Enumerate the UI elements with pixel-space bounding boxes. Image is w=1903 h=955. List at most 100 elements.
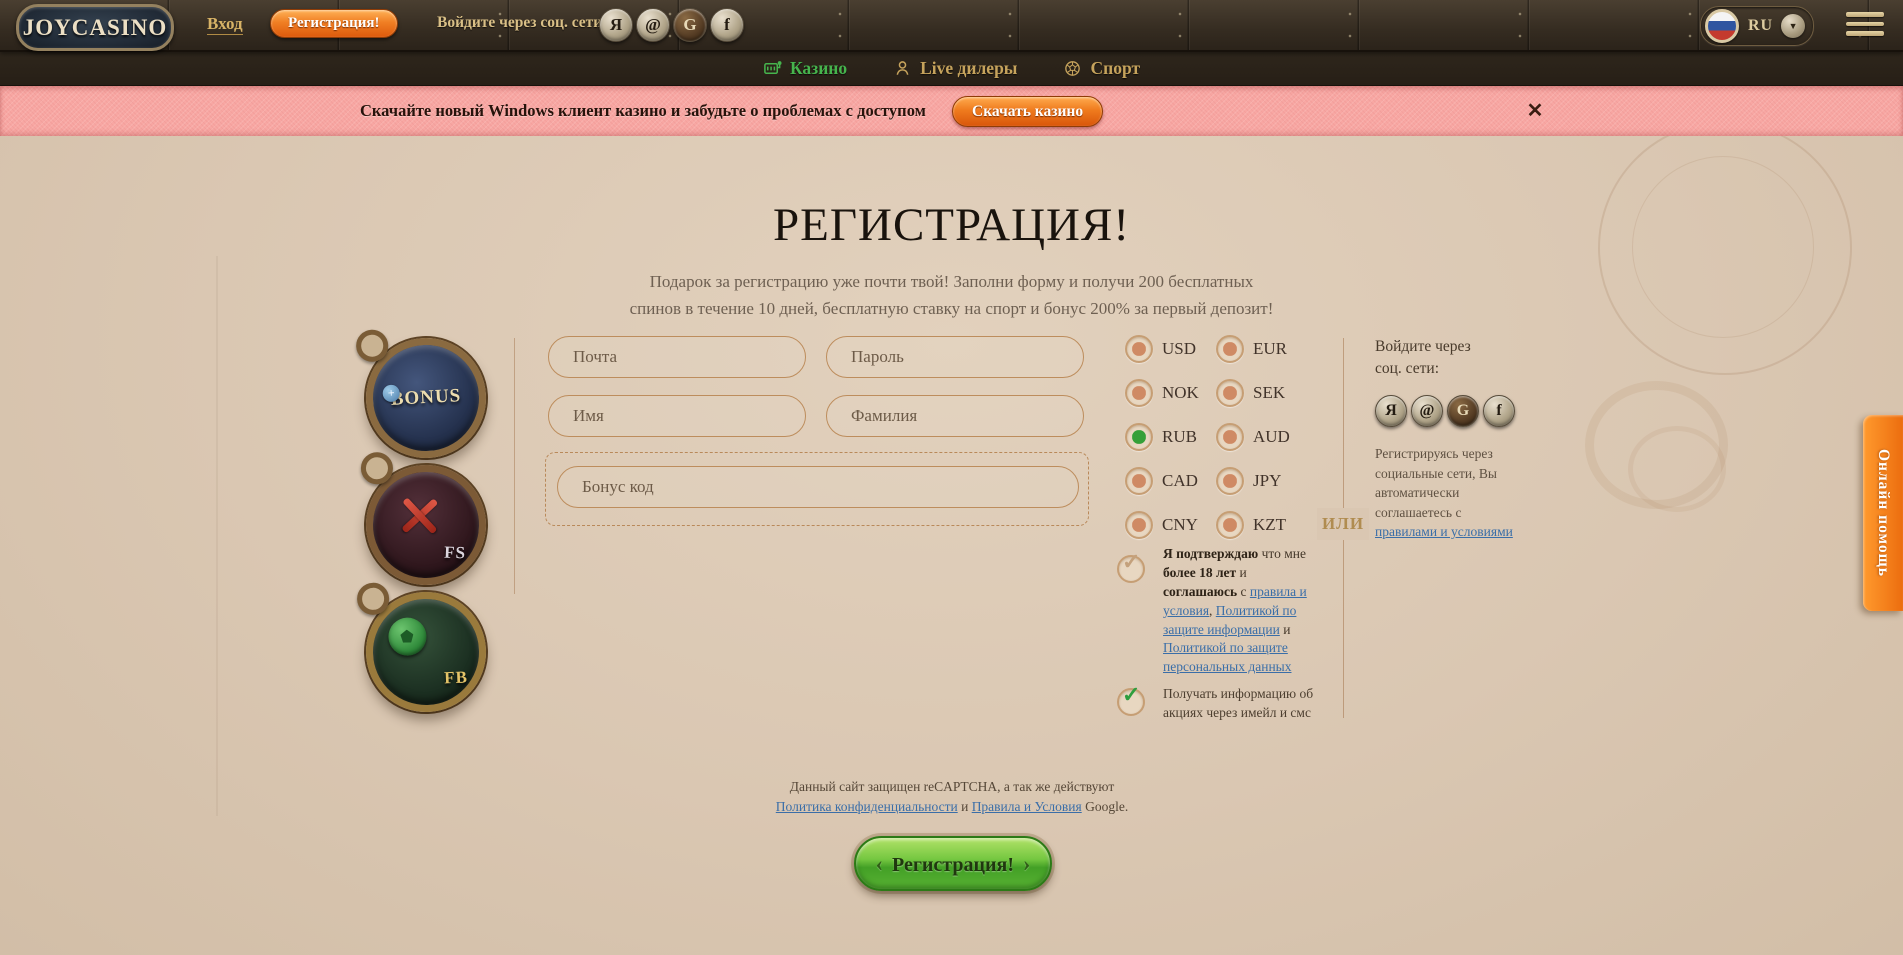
password-field[interactable]: [826, 336, 1084, 378]
joycasino-registration-page: JOYCASINO Вход Регистрация! Войдите чере…: [0, 0, 1903, 955]
yandex-icon[interactable]: Я: [599, 8, 633, 42]
currency-radio-aud[interactable]: [1216, 423, 1244, 451]
privacy-policy-link[interactable]: Политика конфиденциальности: [776, 799, 958, 814]
radio-petals: [1223, 430, 1237, 444]
checkmark-icon: ✓: [1122, 684, 1140, 706]
bonus-badges: + BONUS FS FB: [366, 338, 486, 719]
radio-petals: [1132, 474, 1146, 488]
currency-radio-kzt[interactable]: [1216, 511, 1244, 539]
social-login-icons: Я @ G f: [1375, 395, 1525, 427]
facebook-icon[interactable]: f: [710, 8, 744, 42]
nav-bar: Казино Live дилеры Спорт: [0, 52, 1903, 86]
slot-machine-icon: [763, 59, 782, 78]
last-name-field[interactable]: [826, 395, 1084, 437]
currency-label-rub[interactable]: RUB: [1162, 427, 1216, 447]
tab-label: Казино: [790, 58, 847, 79]
currency-radio-nok[interactable]: [1125, 379, 1153, 407]
freebet-medallion: FB: [364, 590, 488, 714]
recaptcha-text: и: [958, 799, 972, 814]
tab-live-dealers[interactable]: Live дилеры: [893, 58, 1017, 79]
left-chevron-icon: ‹: [876, 851, 883, 876]
header-social-prompt: Войдите через соц. сети:: [437, 14, 607, 32]
soccer-ball-icon: [1063, 59, 1082, 78]
radio-petals: [1132, 518, 1146, 532]
right-chevron-icon: ›: [1023, 851, 1030, 876]
currency-label-jpy[interactable]: JPY: [1253, 471, 1307, 491]
currency-label-sek[interactable]: SEK: [1253, 383, 1307, 403]
or-label: ИЛИ: [1317, 508, 1369, 540]
first-name-field[interactable]: [548, 395, 806, 437]
badge-label: FB: [444, 668, 468, 689]
currency-label-cad[interactable]: CAD: [1162, 471, 1216, 491]
google-terms-link[interactable]: Правила и Условия: [972, 799, 1082, 814]
social-login-prompt: Войдите через соц. сети:: [1375, 336, 1501, 381]
currency-row: RUB AUD: [1125, 415, 1307, 459]
currency-radio-cad[interactable]: [1125, 467, 1153, 495]
mailru-icon[interactable]: @: [636, 8, 670, 42]
bonus-code-field[interactable]: [557, 466, 1079, 508]
currency-row: NOK SEK: [1125, 371, 1307, 415]
language-code: RU: [1748, 17, 1773, 35]
consent-bold: соглашаюсь: [1163, 584, 1237, 599]
currency-label-eur[interactable]: EUR: [1253, 339, 1307, 359]
header-bar: JOYCASINO Вход Регистрация! Войдите чере…: [0, 0, 1903, 52]
download-casino-button[interactable]: Скачать казино: [952, 96, 1103, 127]
login-link[interactable]: Вход: [207, 14, 243, 35]
social-login-box: Войдите через соц. сети: Я @ G f Регистр…: [1375, 336, 1525, 542]
tab-casino[interactable]: Казино: [763, 58, 847, 79]
download-banner: Скачайте новый Windows клиент казино и з…: [0, 86, 1903, 136]
banner-text: Скачайте новый Windows клиент казино и з…: [360, 86, 926, 136]
currency-radio-eur[interactable]: [1216, 335, 1244, 363]
radio-petals: [1223, 386, 1237, 400]
age-consent-text: Я подтверждаю что мне более 18 лет и сог…: [1163, 545, 1315, 677]
recaptcha-note: Данный сайт защищен reCAPTCHA, а так же …: [761, 777, 1143, 818]
menu-icon[interactable]: [1846, 12, 1884, 36]
consent-text-part: ,: [1209, 603, 1216, 618]
radio-petals: [1132, 386, 1146, 400]
promo-optin-checkbox[interactable]: ✓: [1117, 688, 1145, 716]
ball-icon: [388, 617, 427, 656]
russia-flag-icon: [1705, 9, 1739, 43]
freespins-medallion: FS: [364, 463, 488, 587]
currency-label-nok[interactable]: NOK: [1162, 383, 1216, 403]
terms-and-conditions-link[interactable]: правилами и условиями: [1375, 524, 1513, 539]
logo-text: JOYCASINO: [23, 15, 167, 41]
consent-text-part: что мне: [1258, 546, 1306, 561]
mailru-icon[interactable]: @: [1411, 395, 1443, 427]
age-consent-checkbox[interactable]: ✓: [1117, 555, 1145, 583]
currency-radio-cny[interactable]: [1125, 511, 1153, 539]
currency-radio-usd[interactable]: [1125, 335, 1153, 363]
tab-label: Live дилеры: [920, 58, 1017, 79]
online-help-tab[interactable]: Онлайн помощь: [1863, 415, 1903, 611]
header-social-icons: Я @ G f: [599, 8, 744, 42]
logo[interactable]: JOYCASINO: [16, 4, 174, 51]
register-button[interactable]: Регистрация!: [270, 9, 398, 38]
currency-label-usd[interactable]: USD: [1162, 339, 1216, 359]
currency-radio-sek[interactable]: [1216, 379, 1244, 407]
badge-label: BONUS: [390, 385, 462, 411]
currency-label-aud[interactable]: AUD: [1253, 427, 1307, 447]
facebook-icon[interactable]: f: [1483, 395, 1515, 427]
promo-optin-text: Получать информацию об акциях через имей…: [1163, 685, 1315, 723]
subtitle-line-1: Подарок за регистрацию уже почти твой! З…: [0, 268, 1903, 295]
consent-text-part: и: [1236, 565, 1247, 580]
currency-label-kzt[interactable]: KZT: [1253, 515, 1307, 535]
page-title: РЕГИСТРАЦИЯ!: [0, 198, 1903, 252]
personal-data-policy-link[interactable]: Политикой по защите персональных данных: [1163, 640, 1292, 674]
currency-radio-rub[interactable]: [1125, 423, 1153, 451]
close-icon[interactable]: ✕: [1522, 98, 1548, 124]
submit-registration-button[interactable]: ‹Регистрация!›: [854, 836, 1052, 891]
cross-icon: [397, 493, 443, 539]
currency-radio-jpy[interactable]: [1216, 467, 1244, 495]
email-field[interactable]: [548, 336, 806, 378]
google-icon[interactable]: G: [673, 8, 707, 42]
consent-text-part: с: [1237, 584, 1250, 599]
language-selector[interactable]: RU ▼: [1700, 6, 1814, 46]
radio-petals: [1223, 474, 1237, 488]
chevron-down-icon[interactable]: ▼: [1781, 14, 1805, 38]
currency-label-cny[interactable]: CNY: [1162, 515, 1216, 535]
yandex-icon[interactable]: Я: [1375, 395, 1407, 427]
google-icon[interactable]: G: [1447, 395, 1479, 427]
paper-fold-decoration: [216, 256, 218, 816]
tab-sport[interactable]: Спорт: [1063, 58, 1140, 79]
